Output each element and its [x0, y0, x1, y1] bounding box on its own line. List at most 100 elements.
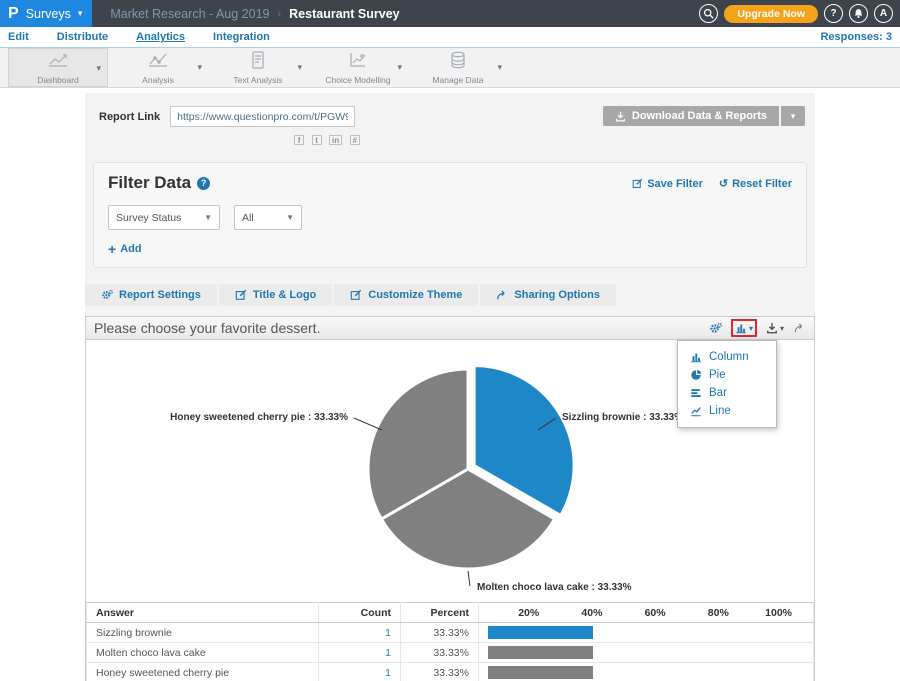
report-tabs: Report Settings Title & Logo Customize T…	[85, 284, 815, 306]
toolbar-dashboard-label: Dashboard	[37, 75, 79, 85]
save-filter-button[interactable]: Save Filter	[632, 177, 703, 190]
share-icons-row: f t in #	[175, 130, 360, 148]
bar-cell	[479, 623, 814, 643]
pie-slices[interactable]	[368, 366, 574, 569]
reset-filter-button[interactable]: ↺ Reset Filter	[719, 177, 792, 190]
toolbar-dashboard[interactable]: Dashboard ▾	[8, 48, 108, 87]
pie-chart-icon	[690, 369, 702, 381]
edit-icon	[350, 289, 362, 301]
download-dropdown-button[interactable]: ▾	[781, 106, 805, 126]
question-title: Please choose your favorite dessert.	[94, 320, 320, 336]
tab-sharing-options[interactable]: Sharing Options	[480, 284, 616, 306]
chevron-down-icon[interactable]: ▾	[197, 62, 202, 73]
chart-share-button[interactable]	[793, 322, 806, 334]
menu-item-pie-label: Pie	[709, 369, 726, 381]
responses-count[interactable]: Responses: 3	[820, 31, 892, 43]
upgrade-now-button[interactable]: Upgrade Now	[724, 5, 818, 23]
add-filter-button[interactable]: + Add	[108, 243, 792, 255]
filter-value-value: All	[242, 212, 254, 224]
linkedin-icon[interactable]: in	[329, 135, 342, 145]
menu-item-column[interactable]: Column	[678, 348, 776, 366]
choice-modelling-icon	[346, 51, 370, 74]
table-row: Molten choco lava cake 1 33.33%	[87, 643, 814, 663]
column-chart-icon	[690, 351, 702, 363]
chart-download-button[interactable]: ▾	[766, 322, 784, 334]
tab-customize-theme[interactable]: Customize Theme	[334, 284, 478, 306]
menu-integration[interactable]: Integration	[213, 29, 270, 45]
menu-item-bar[interactable]: Bar	[678, 384, 776, 402]
chart-type-button[interactable]: ▾	[735, 322, 753, 334]
download-data-reports-button[interactable]: Download Data & Reports	[603, 106, 779, 126]
help-button[interactable]: ?	[824, 4, 843, 23]
menu-edit[interactable]: Edit	[8, 29, 29, 45]
toolbar-analysis[interactable]: Analysis ▾	[108, 48, 208, 87]
label-connector	[468, 571, 470, 586]
table-row: Sizzling brownie 1 33.33%	[87, 623, 814, 643]
menu-item-pie[interactable]: Pie	[678, 366, 776, 384]
twitter-icon[interactable]: t	[312, 135, 322, 145]
tab-title-logo[interactable]: Title & Logo	[219, 284, 332, 306]
answer-cell: Honey sweetened cherry pie	[87, 663, 319, 681]
surveys-menu[interactable]: P Surveys ▾	[0, 0, 92, 27]
report-link-label: Report Link	[99, 111, 160, 123]
menu-analytics[interactable]: Analytics	[136, 29, 185, 45]
toolbar-manage-data[interactable]: Manage Data ▾	[408, 48, 508, 87]
chevron-down-icon[interactable]: ▾	[397, 62, 402, 73]
download-data-reports-group: Download Data & Reports ▾	[603, 106, 805, 126]
col-answer: Answer	[87, 603, 319, 623]
count-cell[interactable]: 1	[319, 663, 401, 681]
download-label: Download Data & Reports	[632, 110, 767, 122]
embed-icon[interactable]: #	[350, 135, 360, 145]
breadcrumb-survey-name: Restaurant Survey	[289, 7, 399, 21]
analytics-toolbar: Dashboard ▾ Analysis ▾ Text Analysis ▾ C…	[0, 48, 900, 88]
pie-label-honey: Honey sweetened cherry pie : 33.33%	[170, 412, 348, 423]
col-count: Count	[319, 603, 401, 623]
chevron-down-icon[interactable]: ▾	[497, 62, 502, 73]
report-link-input[interactable]	[170, 106, 355, 127]
menu-item-line[interactable]: Line	[678, 402, 776, 420]
breadcrumb-survey-group[interactable]: Market Research - Aug 2019	[110, 7, 269, 21]
notifications-button[interactable]	[849, 4, 868, 23]
download-icon	[615, 111, 626, 122]
facebook-icon[interactable]: f	[294, 135, 304, 145]
filter-field-select[interactable]: Survey Status ▼	[108, 205, 220, 230]
filter-data-panel: Filter Data ? Save Filter ↺ Reset Filter…	[93, 162, 807, 268]
toolbar-choice-modelling-label: Choice Modelling	[325, 75, 390, 85]
share-arrow-icon	[496, 289, 508, 301]
save-filter-label: Save Filter	[647, 178, 703, 190]
toolbar-choice-modelling[interactable]: Choice Modelling ▾	[308, 48, 408, 87]
reset-filter-label: Reset Filter	[732, 178, 792, 190]
chevron-down-icon: ▼	[286, 213, 294, 222]
bar-cell	[479, 643, 814, 663]
filter-value-select[interactable]: All ▼	[234, 205, 302, 230]
reset-icon: ↺	[719, 177, 728, 190]
chevron-down-icon[interactable]: ▾	[297, 62, 302, 73]
tab-report-settings[interactable]: Report Settings	[85, 284, 217, 306]
menu-distribute[interactable]: Distribute	[57, 29, 108, 45]
plus-icon: +	[108, 244, 116, 254]
search-button[interactable]	[699, 4, 718, 23]
chart-settings-button[interactable]	[709, 322, 722, 335]
scale-40: 40%	[551, 607, 614, 619]
database-icon	[446, 51, 470, 74]
download-icon	[766, 322, 778, 334]
top-bar: P Surveys ▾ Market Research - Aug 2019 ›…	[0, 0, 900, 27]
percent-cell: 33.33%	[401, 643, 479, 663]
count-cell[interactable]: 1	[319, 643, 401, 663]
chevron-down-icon: ▼	[204, 213, 212, 222]
table-row: Honey sweetened cherry pie 1 33.33%	[87, 663, 814, 681]
question-chart-panel: Please choose your favorite dessert.	[85, 316, 815, 681]
scale-80: 80%	[678, 607, 741, 619]
scale-100: 100%	[741, 607, 804, 619]
menu-bar: Edit Distribute Analytics Integration Re…	[0, 27, 900, 48]
add-filter-label: Add	[120, 243, 141, 255]
results-table: Answer Count Percent 20% 40% 60% 80% 100…	[86, 602, 814, 681]
account-avatar[interactable]: A	[874, 4, 893, 23]
count-cell[interactable]: 1	[319, 623, 401, 643]
toolbar-text-analysis[interactable]: Text Analysis ▾	[208, 48, 308, 87]
menu-item-line-label: Line	[709, 405, 731, 417]
toolbar-manage-data-label: Manage Data	[432, 75, 483, 85]
chevron-down-icon[interactable]: ▾	[96, 63, 101, 74]
help-icon[interactable]: ?	[197, 177, 210, 190]
chevron-down-icon: ▾	[78, 8, 83, 19]
